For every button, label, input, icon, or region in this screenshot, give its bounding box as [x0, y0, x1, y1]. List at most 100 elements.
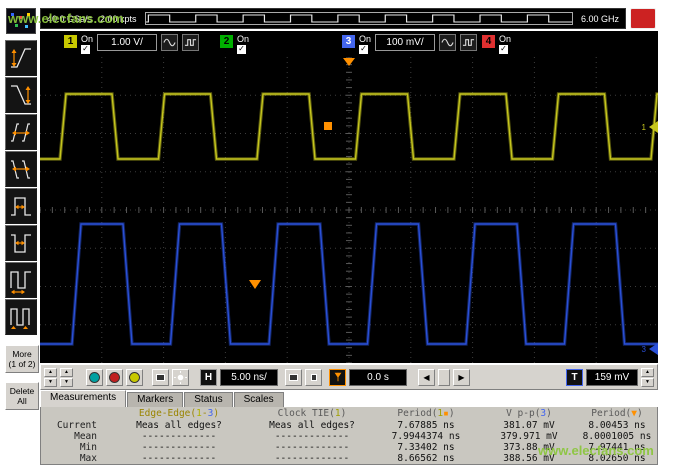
row-label: Min	[41, 442, 105, 453]
delete-label: Delete	[6, 386, 38, 396]
logo-pixel	[27, 13, 30, 16]
channel-1-checkbox[interactable]: ✓	[81, 45, 90, 54]
time-reference-icon[interactable]	[329, 369, 346, 386]
period-icon[interactable]	[5, 262, 37, 298]
window-icon	[311, 374, 317, 381]
measurement-value: 8.66562 ns	[371, 453, 481, 464]
channel-3-badge[interactable]: 3	[342, 35, 355, 48]
spin-down-button[interactable]: ▼	[60, 378, 73, 387]
column-header-edge-edge[interactable]: Edge-Edge(1-3)	[105, 408, 253, 419]
channel-3-probe-button[interactable]	[460, 34, 477, 51]
red-circle-icon	[109, 372, 120, 383]
delay-readout[interactable]: 0.0 s	[349, 369, 407, 386]
results-tabs: Measurements Markers Status Scales	[40, 390, 658, 407]
pan-left-button[interactable]: ◀	[418, 369, 435, 386]
marker-color-red-button[interactable]	[106, 369, 123, 386]
logo-pixel	[15, 24, 18, 27]
svg-text:1: 1	[642, 123, 647, 132]
yellow-circle-icon	[129, 372, 140, 383]
more-page-indicator: (1 of 2)	[6, 359, 38, 369]
channel-1-coupling-button[interactable]	[161, 34, 178, 51]
measurement-value: 373.88 mV	[481, 442, 577, 453]
channel-2-checkbox[interactable]: ✓	[237, 45, 246, 54]
window-icon	[289, 374, 298, 381]
channel-3-coupling-button[interactable]	[439, 34, 456, 51]
waveform-display[interactable]: 13	[40, 57, 658, 363]
bandwidth-readout: 6.00 GHz	[581, 14, 619, 24]
channel-4-on-label: On	[499, 35, 511, 44]
timebase-scale-readout[interactable]: 5.00 ns/	[220, 369, 278, 386]
channel-1-scale[interactable]: 1.00 V/	[97, 34, 157, 51]
row-label: Max	[41, 453, 105, 464]
sample-rate-readout: 40.0 GSa/s	[47, 14, 92, 24]
channel-3-scale[interactable]: 100 mV/	[375, 34, 435, 51]
measurement-value: 388.56 mV	[481, 453, 577, 464]
acquisition-preview	[145, 12, 573, 25]
negative-pulse-width-icon[interactable]	[5, 225, 37, 261]
tab-markers[interactable]: Markers	[127, 392, 183, 407]
logo-pixel	[11, 13, 14, 16]
display-settings-button[interactable]	[152, 369, 169, 386]
delete-all-button[interactable]: Delete All	[5, 382, 39, 410]
measurement-value: -------------	[105, 431, 253, 442]
table-row-max: Max ------------- ------------- 8.66562 …	[41, 453, 657, 464]
zoom-window-2-button[interactable]	[305, 369, 322, 386]
trigger-level-readout[interactable]: 159 mV	[586, 369, 638, 386]
square-wave-icon	[184, 36, 197, 49]
spin-up-button[interactable]: ▲	[641, 368, 654, 377]
zoom-window-button[interactable]	[285, 369, 302, 386]
measurement-value: 381.07 mV	[481, 420, 577, 431]
channel-1-probe-button[interactable]	[182, 34, 199, 51]
measurement-value: 8.00453 ns	[577, 420, 657, 431]
measurement-value: 8.02650 ns	[577, 453, 657, 464]
column-header-vpp[interactable]: V p-p(3)	[481, 408, 577, 419]
spin-up-button[interactable]: ▲	[44, 368, 57, 377]
column-header-period-1[interactable]: Period(1▪)	[371, 408, 481, 419]
channel-3-controls: 3 On ✓ 100 mV/	[342, 35, 477, 54]
tab-scales[interactable]: Scales	[234, 392, 284, 407]
trigger-position-icon	[332, 371, 344, 383]
channel-3-on-label: On	[359, 35, 371, 44]
marker-color-teal-button[interactable]	[86, 369, 103, 386]
tab-measurements[interactable]: Measurements	[40, 390, 126, 407]
pan-reset-button[interactable]	[438, 369, 450, 386]
fall-time-icon[interactable]	[5, 77, 37, 113]
vertical-scale-spinner: ▲ ▼	[44, 368, 57, 387]
channel-3-checkbox[interactable]: ✓	[359, 45, 368, 54]
measurement-value: 7.9944374 ns	[371, 431, 481, 442]
channel-bar: 1 On ✓ 1.00 V/ 2 On ✓ 3 On ✓ 100 mV/	[40, 31, 658, 57]
measurement-value: -------------	[105, 442, 253, 453]
measurement-sidebar: More (1 of 2) Delete All	[5, 40, 39, 410]
more-button[interactable]: More (1 of 2)	[5, 345, 39, 373]
row-label: Current	[41, 420, 105, 431]
horizontal-trigger-toolbar: ▲ ▼ ▲ ▼ H 5.00 ns/ 0.0 s ◀ ▶ T 159 mV ▲ …	[40, 364, 658, 390]
rise-time-icon[interactable]	[5, 40, 37, 76]
channel-2-badge[interactable]: 2	[220, 35, 233, 48]
delta-time-falling-icon[interactable]	[5, 151, 37, 187]
measurement-value: -------------	[253, 431, 371, 442]
frequency-icon[interactable]	[5, 299, 37, 335]
horizontal-icon[interactable]: H	[200, 369, 217, 386]
column-header-clock-tie[interactable]: Clock TIE(1)	[253, 408, 371, 419]
spin-up-button[interactable]: ▲	[60, 368, 73, 377]
pan-right-button[interactable]: ▶	[453, 369, 470, 386]
trigger-icon[interactable]: T	[566, 369, 583, 386]
channel-4-checkbox[interactable]: ✓	[499, 45, 508, 54]
spin-down-button[interactable]: ▼	[44, 378, 57, 387]
channel-4-badge[interactable]: 4	[482, 35, 495, 48]
channel-1-badge[interactable]: 1	[64, 35, 77, 48]
measurement-value: 7.33402 ns	[371, 442, 481, 453]
logo-pixel	[25, 25, 28, 28]
marker-color-yellow-button[interactable]	[126, 369, 143, 386]
positive-pulse-width-icon[interactable]	[5, 188, 37, 224]
stop-button[interactable]	[630, 8, 656, 29]
spin-down-button[interactable]: ▼	[641, 378, 654, 387]
column-header-period-2[interactable]: Period(▼)	[577, 408, 657, 419]
row-label: Mean	[41, 431, 105, 442]
measurement-value: -------------	[105, 453, 253, 464]
brightness-button[interactable]	[172, 369, 189, 386]
delta-time-rising-icon[interactable]	[5, 114, 37, 150]
tab-status[interactable]: Status	[184, 392, 232, 407]
channel-2-controls: 2 On ✓	[220, 35, 249, 54]
brightness-icon	[174, 371, 187, 384]
